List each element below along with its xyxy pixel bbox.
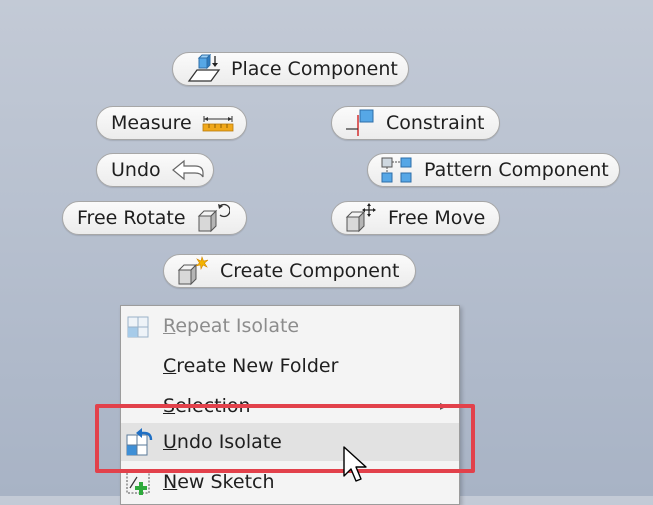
measure-label: Measure bbox=[111, 112, 192, 134]
create-component-label: Create Component bbox=[220, 260, 400, 282]
isolate-icon bbox=[127, 316, 149, 338]
free-move-button[interactable]: Free Move bbox=[331, 201, 500, 235]
mouse-cursor-icon bbox=[343, 446, 367, 482]
free-rotate-icon bbox=[197, 203, 230, 233]
menu-item-label: Repeat Isolate bbox=[163, 315, 300, 337]
undo-arrow-icon bbox=[171, 159, 204, 181]
place-component-label: Place Component bbox=[231, 58, 398, 80]
undo-label: Undo bbox=[111, 159, 161, 181]
menu-item-repeat-isolate[interactable]: Repeat Isolate bbox=[121, 307, 459, 345]
free-rotate-button[interactable]: Free Rotate bbox=[62, 201, 247, 235]
place-component-button[interactable]: Place Component bbox=[172, 52, 409, 86]
menu-item-create-new-folder[interactable]: Create New Folder bbox=[121, 347, 459, 385]
measure-button[interactable]: Measure bbox=[96, 106, 247, 140]
undo-button[interactable]: Undo bbox=[96, 153, 214, 187]
free-rotate-label: Free Rotate bbox=[77, 207, 186, 229]
pattern-component-icon bbox=[381, 157, 412, 183]
menu-item-label: New Sketch bbox=[163, 471, 275, 493]
menu-item-label: Create New Folder bbox=[163, 355, 339, 377]
constraint-button[interactable]: Constraint bbox=[331, 106, 500, 140]
annotation-highlight-box bbox=[95, 404, 475, 473]
create-component-button[interactable]: Create Component bbox=[163, 254, 416, 288]
constraint-icon bbox=[346, 109, 374, 136]
pattern-component-label: Pattern Component bbox=[424, 159, 609, 181]
create-component-icon bbox=[177, 256, 209, 286]
free-move-icon bbox=[345, 203, 376, 233]
pattern-component-button[interactable]: Pattern Component bbox=[367, 153, 620, 187]
free-move-label: Free Move bbox=[388, 207, 486, 229]
constraint-label: Constraint bbox=[386, 112, 485, 134]
place-component-icon bbox=[187, 54, 221, 82]
ruler-icon bbox=[202, 116, 234, 132]
